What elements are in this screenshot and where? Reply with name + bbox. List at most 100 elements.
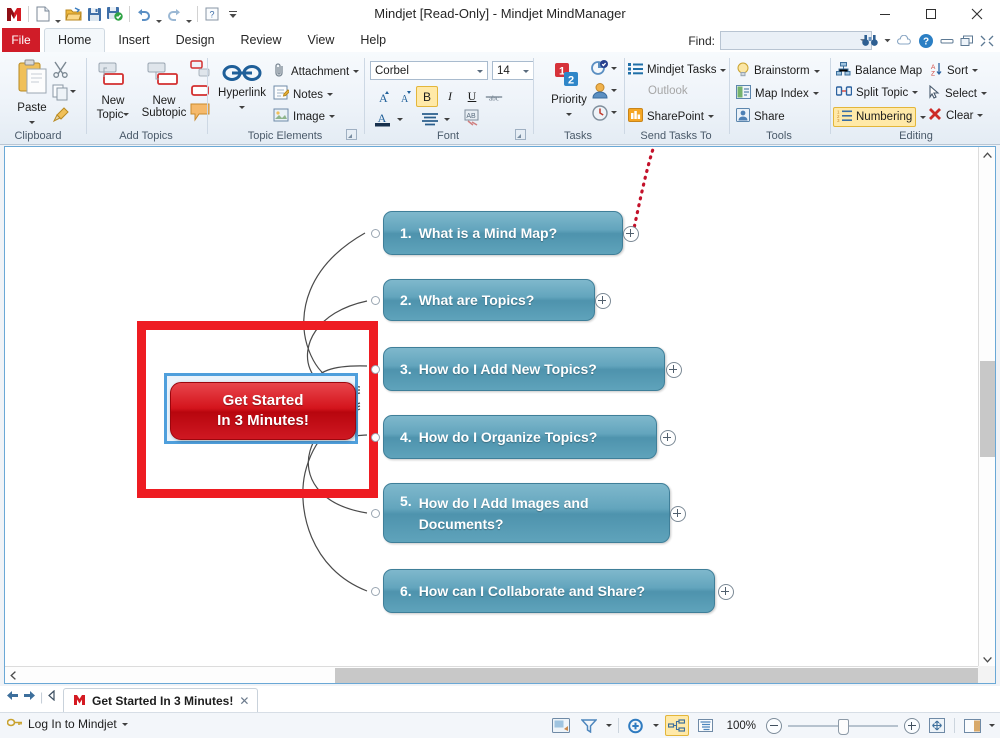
fullscreen-icon[interactable] [980, 35, 994, 47]
bold-icon[interactable]: B [416, 86, 438, 107]
task-duration-dropdown-icon[interactable] [611, 111, 617, 114]
select-dropdown-icon[interactable] [981, 92, 987, 95]
task-resource-icon[interactable] [591, 82, 609, 102]
topic-4[interactable]: 4. How do I Organize Topics? [383, 415, 657, 459]
topic-4-expand-button[interactable] [660, 430, 676, 446]
topic-2[interactable]: 2. What are Topics? [383, 279, 595, 321]
paste-button[interactable]: Paste [6, 59, 58, 129]
strikethrough-icon[interactable]: abc [484, 87, 504, 106]
help-circle-icon[interactable]: ? [918, 33, 934, 49]
topic-1-left-connector[interactable] [371, 229, 380, 238]
new-topic-dropdown-icon[interactable] [123, 113, 129, 116]
central-topic[interactable]: Get Started In 3 Minutes! [164, 373, 358, 444]
balance-map-item[interactable]: Balance Map [836, 62, 922, 79]
topic-2-expand-button[interactable] [595, 293, 611, 309]
map-index-dropdown-icon[interactable] [813, 92, 819, 95]
sort-item[interactable]: AZ Sort [928, 62, 978, 79]
map-view-icon[interactable] [665, 715, 689, 736]
paste-dropdown-icon[interactable] [29, 121, 35, 124]
topic-3-left-connector[interactable] [371, 365, 380, 374]
binoculars-icon[interactable] [862, 34, 878, 47]
topic-6[interactable]: 6. How can I Collaborate and Share? [383, 569, 715, 613]
brainstorm-item[interactable]: Brainstorm [736, 62, 820, 80]
maximize-button[interactable] [908, 0, 954, 28]
task-pane-dropdown-icon[interactable] [989, 724, 995, 727]
vertical-scroll-thumb[interactable] [980, 361, 995, 457]
underline-icon[interactable]: U [462, 87, 482, 106]
align-text-dropdown-icon[interactable] [444, 118, 450, 121]
sharepoint-dropdown-icon[interactable] [708, 115, 714, 118]
minimize-button[interactable] [862, 0, 908, 28]
font-family-combo[interactable]: Corbel [370, 61, 488, 80]
task-duration-icon[interactable] [591, 104, 609, 124]
italic-icon[interactable]: I [440, 87, 460, 106]
copy-icon[interactable] [52, 84, 69, 104]
numbering-dropdown-icon[interactable] [920, 116, 926, 119]
task-progress-icon[interactable] [591, 60, 609, 79]
horizontal-scrollbar[interactable] [5, 666, 980, 683]
scroll-left-icon[interactable] [5, 667, 21, 683]
topic-4-left-connector[interactable] [371, 433, 380, 442]
cut-icon[interactable] [52, 61, 69, 81]
topic-3-expand-button[interactable] [666, 362, 682, 378]
topic-5-left-connector[interactable] [371, 509, 380, 518]
minimize-ribbon-icon[interactable] [940, 36, 954, 46]
outline-view-icon[interactable] [695, 716, 717, 735]
topic-6-expand-button[interactable] [718, 584, 734, 600]
zoom-out-icon[interactable] [766, 718, 782, 734]
font-color-icon[interactable]: A [372, 109, 394, 128]
task-resource-dropdown-icon[interactable] [611, 89, 617, 92]
sharepoint-item[interactable]: SharePoint [628, 108, 714, 125]
task-progress-dropdown-icon[interactable] [611, 67, 617, 70]
tab-insert[interactable]: Insert [105, 28, 162, 52]
share-item[interactable]: Share [736, 108, 785, 125]
scroll-up-icon[interactable] [979, 147, 995, 164]
hyperlink-dropdown-icon[interactable] [239, 106, 245, 109]
fit-map-icon[interactable] [926, 716, 948, 735]
filter-dropdown-icon[interactable] [606, 724, 612, 727]
font-color-dropdown-icon[interactable] [397, 118, 403, 121]
nav-first-tab-icon[interactable] [47, 690, 56, 704]
new-topic-button[interactable]: New Topic [90, 60, 136, 121]
split-topic-item[interactable]: Split Topic [836, 85, 918, 100]
horizontal-scroll-thumb[interactable] [335, 668, 980, 683]
find-input[interactable] [720, 31, 872, 50]
restore-window-icon[interactable] [960, 35, 974, 47]
priority-dropdown-icon[interactable] [566, 113, 572, 116]
task-pane-icon[interactable] [961, 716, 983, 735]
hyperlink-button[interactable]: Hyperlink [213, 62, 271, 114]
topic-5[interactable]: 5. How do I Add Images and Documents? [383, 483, 670, 543]
tab-file[interactable]: File [2, 28, 40, 52]
close-button[interactable] [954, 0, 1000, 28]
topic-2-left-connector[interactable] [371, 296, 380, 305]
filter-icon[interactable] [578, 716, 600, 735]
image-item[interactable]: Image [273, 108, 335, 125]
font-dialog-launcher[interactable] [515, 129, 526, 140]
tab-help[interactable]: Help [347, 28, 399, 52]
zoom-slider[interactable] [788, 719, 898, 733]
notes-dropdown-icon[interactable] [327, 93, 333, 96]
central-topic-body[interactable]: Get Started In 3 Minutes! [170, 382, 356, 440]
binoculars-dropdown-icon[interactable] [884, 38, 891, 43]
copy-dropdown-icon[interactable] [70, 90, 76, 93]
login-dropdown-icon[interactable] [122, 723, 128, 726]
tab-home[interactable]: Home [44, 28, 105, 53]
topic-1-expand-button[interactable] [623, 226, 639, 242]
topic-6-left-connector[interactable] [371, 587, 380, 596]
format-painter-icon[interactable] [52, 106, 70, 126]
presentation-mode-icon[interactable] [550, 716, 572, 735]
nav-forward-icon[interactable] [23, 690, 36, 704]
split-topic-dropdown-icon[interactable] [912, 91, 918, 94]
numbering-highlight[interactable]: 123 Numbering [833, 107, 916, 127]
shrink-font-icon[interactable]: A [394, 87, 414, 106]
brainstorm-dropdown-icon[interactable] [814, 70, 820, 73]
attachment-dropdown-icon[interactable] [353, 70, 359, 73]
select-item[interactable]: Select [928, 85, 987, 102]
zoom-slider-thumb[interactable] [838, 719, 849, 735]
topic-elements-dialog-launcher[interactable] [346, 129, 357, 140]
align-text-icon[interactable] [418, 109, 442, 128]
clear-dropdown-icon[interactable] [977, 114, 983, 117]
login-to-mindjet-button[interactable]: Log In to Mindjet [7, 717, 128, 731]
tab-design[interactable]: Design [163, 28, 228, 52]
tab-view[interactable]: View [295, 28, 348, 52]
